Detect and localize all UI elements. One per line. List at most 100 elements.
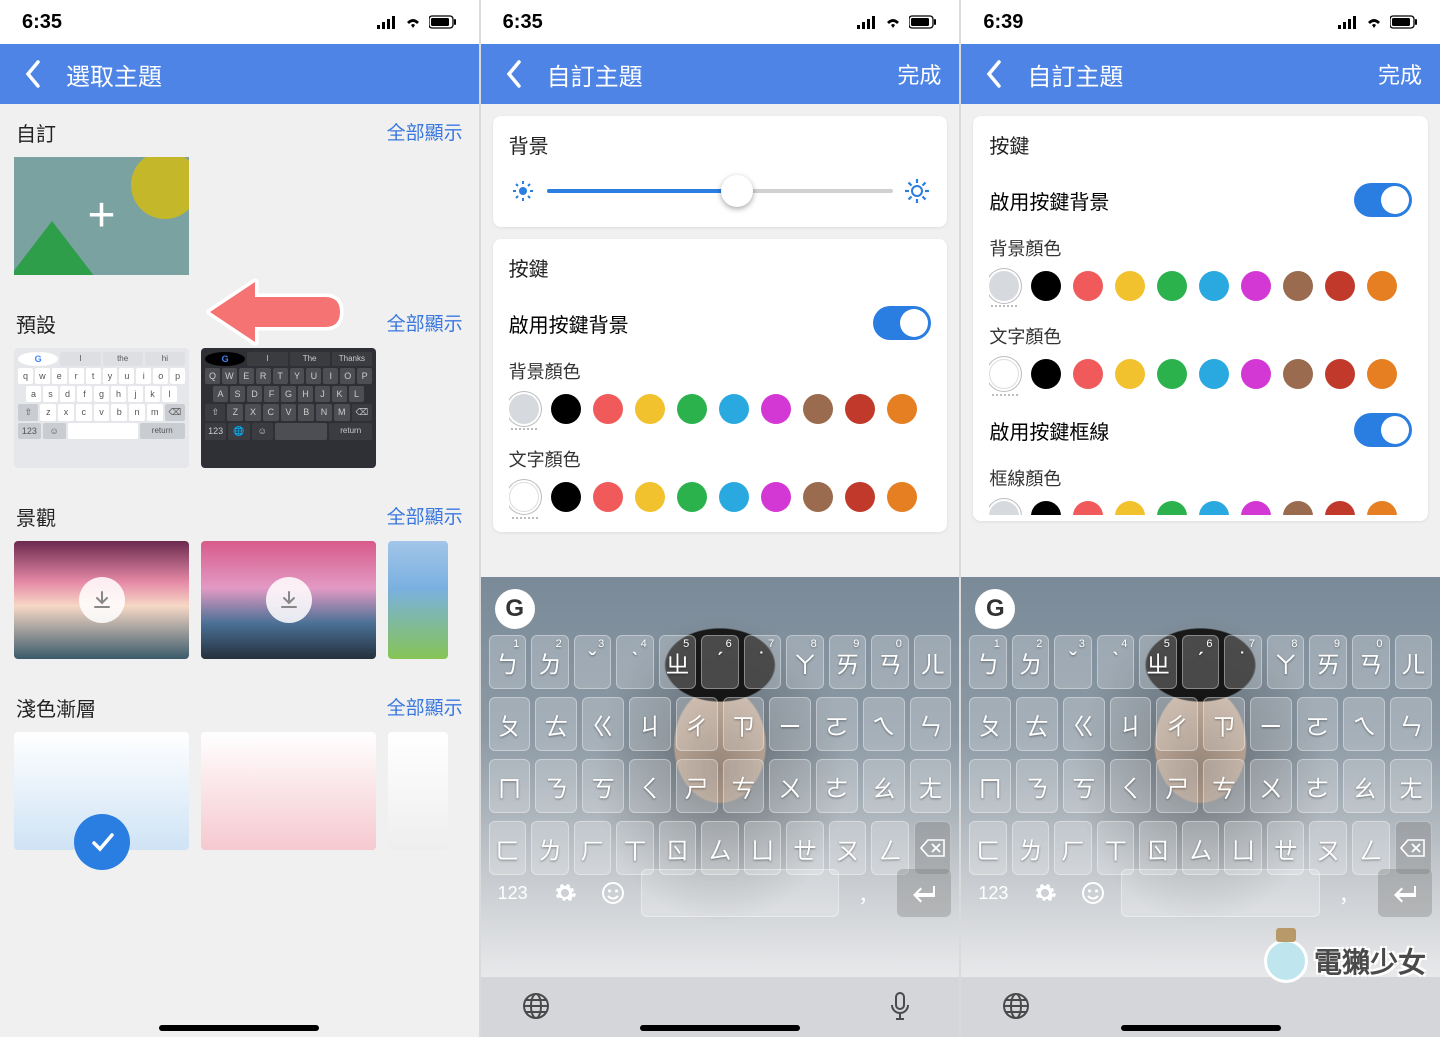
color-swatch[interactable] [1199, 271, 1229, 301]
zhuyin-key[interactable]: ㄉ2 [531, 635, 569, 689]
color-swatch[interactable] [1073, 271, 1103, 301]
zhuyin-key[interactable]: ㄞ9 [1309, 635, 1347, 689]
color-swatch[interactable] [1073, 359, 1103, 389]
zhuyin-key[interactable]: ㄔ [1156, 697, 1198, 751]
globe-icon[interactable] [521, 991, 553, 1023]
color-swatch[interactable] [1199, 501, 1229, 515]
zhuyin-key[interactable]: ㄠ [1343, 759, 1385, 813]
back-button[interactable] [18, 59, 48, 89]
color-swatch[interactable] [677, 394, 707, 424]
color-swatch[interactable] [1325, 501, 1355, 515]
backspace-key[interactable] [914, 821, 952, 875]
zhuyin-key[interactable]: ㄦ [1395, 635, 1433, 689]
google-icon[interactable]: G [495, 589, 535, 629]
theme-landscape-1[interactable] [14, 541, 189, 659]
zhuyin-key[interactable]: ˇ3 [574, 635, 612, 689]
zhuyin-key[interactable]: ˙7 [744, 635, 782, 689]
zhuyin-key[interactable]: ㄣ [1390, 697, 1432, 751]
zhuyin-key[interactable]: ˇ3 [1054, 635, 1092, 689]
zhuyin-key[interactable]: ㄅ1 [969, 635, 1007, 689]
zhuyin-key[interactable]: ㄈ [969, 821, 1007, 875]
zhuyin-key[interactable]: ㄨ [769, 759, 811, 813]
add-custom-theme-tile[interactable]: + [14, 157, 189, 275]
zhuyin-key[interactable]: ㄩ [1224, 821, 1262, 875]
zhuyin-key[interactable]: ㄒ [616, 821, 654, 875]
theme-landscape-2[interactable] [201, 541, 376, 659]
enable-key-border-toggle[interactable] [1354, 413, 1412, 447]
color-swatch[interactable] [509, 394, 539, 424]
zhuyin-key[interactable]: ㄕ [1156, 759, 1198, 813]
color-swatch[interactable] [1283, 359, 1313, 389]
zhuyin-key[interactable]: ㄅ1 [489, 635, 527, 689]
theme-landscape-3[interactable] [388, 541, 448, 659]
show-all-custom[interactable]: 全部顯示 [387, 118, 463, 147]
globe-icon[interactable] [1001, 991, 1033, 1023]
zhuyin-key[interactable]: ㄐ [629, 697, 671, 751]
color-swatch[interactable] [635, 482, 665, 512]
zhuyin-key[interactable]: ㄓ5 [1139, 635, 1177, 689]
zhuyin-key[interactable]: ㄔ [676, 697, 718, 751]
color-swatch[interactable] [1031, 271, 1061, 301]
zhuyin-key[interactable]: ㄙ [1182, 821, 1220, 875]
color-swatch[interactable] [989, 271, 1019, 301]
zhuyin-key[interactable]: ㄠ [863, 759, 905, 813]
numbers-key[interactable]: 123 [969, 869, 1017, 917]
zhuyin-key[interactable]: ㄟ [863, 697, 905, 751]
color-swatch[interactable] [989, 359, 1019, 389]
zhuyin-key[interactable]: ㄐ [1110, 697, 1152, 751]
color-swatch[interactable] [803, 482, 833, 512]
color-swatch[interactable] [1325, 271, 1355, 301]
backspace-key[interactable] [1395, 821, 1433, 875]
zhuyin-key[interactable]: ㄏ [574, 821, 612, 875]
color-swatch[interactable] [845, 482, 875, 512]
zhuyin-key[interactable]: ㄒ [1097, 821, 1135, 875]
space-key[interactable] [641, 869, 840, 917]
zhuyin-key[interactable]: ㄌ [531, 821, 569, 875]
numbers-key[interactable]: 123 [489, 869, 537, 917]
zhuyin-key[interactable]: ˊ6 [1182, 635, 1220, 689]
color-swatch[interactable] [1241, 359, 1271, 389]
zhuyin-key[interactable]: ㄧ [769, 697, 811, 751]
comma-key[interactable]: ， [1328, 869, 1370, 917]
zhuyin-key[interactable]: ㄚ8 [786, 635, 824, 689]
zhuyin-key[interactable]: ㄤ [910, 759, 952, 813]
zhuyin-key[interactable]: ˋ4 [1097, 635, 1135, 689]
zhuyin-key[interactable]: ㄨ [1250, 759, 1292, 813]
show-all-gradient[interactable]: 全部顯示 [387, 693, 463, 722]
zhuyin-key[interactable]: ㄢ0 [1352, 635, 1390, 689]
zhuyin-key[interactable]: ㄘ [723, 759, 765, 813]
back-button[interactable] [979, 59, 1009, 89]
color-swatch[interactable] [635, 394, 665, 424]
emoji-key[interactable] [1073, 869, 1113, 917]
zhuyin-key[interactable]: ㄘ [1203, 759, 1245, 813]
done-button[interactable]: 完成 [897, 58, 941, 90]
color-swatch[interactable] [719, 394, 749, 424]
color-swatch[interactable] [1367, 271, 1397, 301]
zhuyin-key[interactable]: ㄥ [871, 821, 909, 875]
zhuyin-key[interactable]: ㄕ [676, 759, 718, 813]
color-swatch[interactable] [593, 482, 623, 512]
color-swatch[interactable] [1283, 501, 1313, 515]
zhuyin-key[interactable]: ㄌ [1012, 821, 1050, 875]
settings-key[interactable] [545, 869, 585, 917]
color-swatch[interactable] [1115, 359, 1145, 389]
emoji-key[interactable] [593, 869, 633, 917]
zhuyin-key[interactable]: ㄖ [1139, 821, 1177, 875]
color-swatch[interactable] [1325, 359, 1355, 389]
color-swatch[interactable] [1157, 501, 1187, 515]
show-all-landscape[interactable]: 全部顯示 [387, 502, 463, 531]
zhuyin-key[interactable]: ㄎ [582, 759, 624, 813]
zhuyin-key[interactable]: ˊ6 [701, 635, 739, 689]
zhuyin-key[interactable]: ㄇ [969, 759, 1011, 813]
theme-preset-light[interactable]: GIthehi qwertyuiop asdfghjkl ⇧zxcvbnm⌫ 1… [14, 348, 189, 468]
color-swatch[interactable] [1115, 501, 1145, 515]
theme-preset-dark[interactable]: GITheThanks QWERTYUIOP ASDFGHJKL ⇧ZXCVBN… [201, 348, 376, 468]
zhuyin-key[interactable]: ㄍ [1063, 697, 1105, 751]
color-swatch[interactable] [1367, 501, 1397, 515]
zhuyin-key[interactable]: ㄑ [629, 759, 671, 813]
color-swatch[interactable] [1283, 271, 1313, 301]
zhuyin-key[interactable]: ㄍ [582, 697, 624, 751]
color-swatch[interactable] [1241, 271, 1271, 301]
color-swatch[interactable] [845, 394, 875, 424]
zhuyin-key[interactable]: ㄊ [1016, 697, 1058, 751]
